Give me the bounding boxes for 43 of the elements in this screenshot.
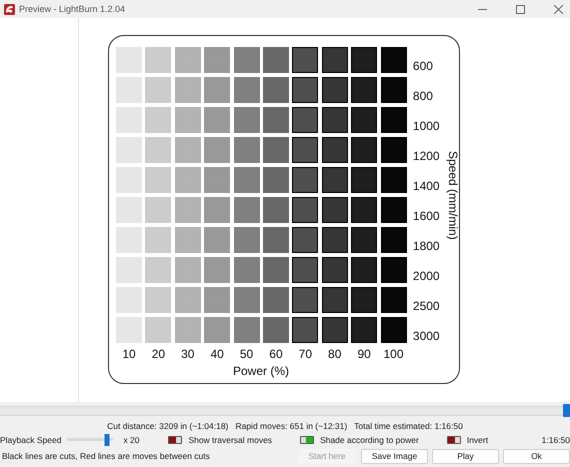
axis-title: Speed (mm/min) (446, 150, 460, 240)
speed-label: 2500 (412, 299, 441, 313)
slider-thumb[interactable] (104, 434, 110, 446)
power-label: 30 (180, 347, 196, 361)
window-title: Preview - LightBurn 1.2.04 (19, 4, 126, 14)
speed-reading: x 20 (123, 435, 141, 445)
toggle-switch[interactable] (446, 436, 461, 444)
scrubber-handle[interactable] (563, 404, 570, 417)
power-label: 20 (150, 347, 166, 361)
toggle-label: Invert (466, 435, 488, 445)
playback-speed-label: Playback Speed (0, 435, 62, 445)
close-icon[interactable] (554, 4, 562, 14)
speed-label: 1200 (412, 149, 441, 163)
speed-label: 1400 (412, 179, 441, 193)
minimize-icon[interactable] (478, 8, 486, 10)
axis-title: Power (%) (232, 364, 289, 378)
maximize-icon[interactable] (516, 4, 524, 14)
power-label: 80 (327, 347, 342, 361)
speed-label: 1600 (412, 209, 441, 223)
speed-label: 1000 (412, 119, 441, 133)
power-label: 100 (382, 347, 405, 361)
elapsed-time: 1:16:50 (542, 435, 570, 445)
action-button[interactable]: Ok (503, 448, 570, 464)
speed-label: 3000 (412, 329, 441, 343)
power-label: 60 (268, 347, 284, 361)
speed-label: 1800 (412, 239, 441, 253)
action-button[interactable]: Save Image (361, 448, 428, 464)
stats-text: Cut distance: 3209 in (~1:04:18) Rapid moves: 651 in (~12:31) Total time estimated: 1:16:50 (106, 421, 464, 432)
power-label: 70 (298, 347, 314, 361)
speed-label: 2000 (412, 269, 441, 283)
legend-hint: Black lines are cuts, Red lines are moves between cuts (1, 451, 211, 461)
power-label: 40 (209, 347, 225, 361)
speed-label: 800 (412, 89, 434, 103)
power-label: 10 (121, 347, 137, 361)
power-label: 90 (356, 347, 372, 361)
toggle-switch[interactable] (168, 436, 182, 444)
toggle-switch[interactable] (300, 436, 314, 444)
speed-label: 600 (412, 59, 434, 73)
action-button[interactable]: Play (432, 448, 499, 464)
toggle-label: Shade according to power (320, 435, 419, 445)
power-label: 50 (238, 347, 254, 361)
toggle-label: Show traversal moves (188, 435, 272, 445)
app-logo-icon (4, 4, 15, 14)
